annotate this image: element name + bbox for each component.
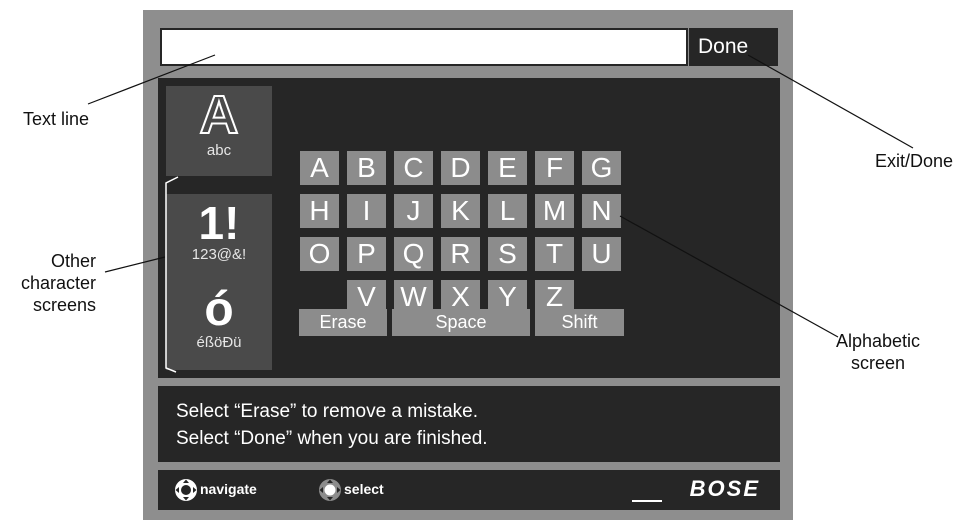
- callout-leader-lines: [87, 54, 914, 373]
